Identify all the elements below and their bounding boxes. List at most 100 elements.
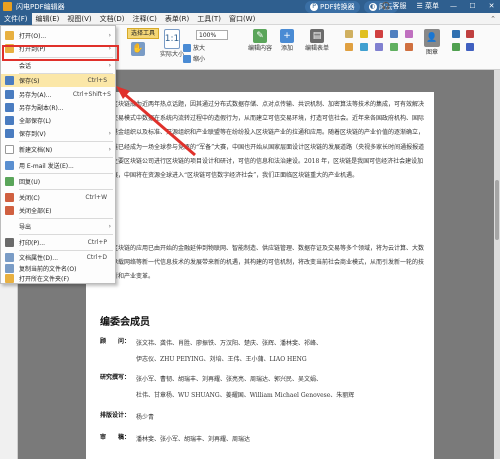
folder-icon <box>5 274 14 283</box>
pdf-converter-button[interactable]: P PDF转换器 <box>305 1 360 13</box>
menu-view[interactable]: 视图(V) <box>63 13 95 25</box>
menu-item-open-folder[interactable]: 打开所在文件夹(F) <box>1 272 115 285</box>
select-tool-button[interactable]: 选择工具 <box>127 28 159 39</box>
menu-tools[interactable]: 工具(T) <box>193 13 225 25</box>
menu-file[interactable]: 文件(F) <box>0 12 32 25</box>
menu-form[interactable]: 表单(R) <box>161 13 193 25</box>
vertical-scrollbar[interactable] <box>494 70 500 459</box>
typewriter-icon <box>345 30 353 38</box>
highlight-tool[interactable] <box>360 30 368 38</box>
menu-item-save-as[interactable]: 另存为(A)... Ctrl+Shift+S <box>1 88 115 101</box>
pencil-icon <box>390 30 398 38</box>
measure-tool[interactable] <box>466 30 474 38</box>
menu-separator <box>19 189 113 190</box>
eraser-icon <box>405 30 413 38</box>
save-as-icon <box>5 90 14 99</box>
stamp-button[interactable]: 👤 图章 <box>424 29 440 56</box>
scrollbar-thumb[interactable] <box>495 180 499 240</box>
export-icon <box>5 222 14 231</box>
zoom-select[interactable]: 100% <box>196 30 228 40</box>
menu-item-print[interactable]: 打印(P)... Ctrl+P <box>1 236 115 249</box>
underline-tool[interactable] <box>360 43 368 51</box>
menu-edit[interactable]: 编辑(E) <box>32 13 64 25</box>
zoom-out-button[interactable]: 缩小 <box>183 54 205 63</box>
menu-item-save-to[interactable]: 保存到(V) › <box>1 127 115 140</box>
menu-item-shortcut: Ctrl+Shift+S <box>72 91 111 98</box>
chevron-right-icon: › <box>108 146 111 153</box>
chevron-up-icon[interactable]: ⌃ <box>490 15 496 23</box>
credit-line: 杨少青 <box>136 414 155 421</box>
main-menu-label: 菜单 <box>425 2 439 10</box>
note-tool[interactable] <box>345 43 353 51</box>
close-all-icon <box>5 206 14 215</box>
title-right-group: 🎧 客服 ☰ 菜单 — ☐ ✕ <box>382 1 496 11</box>
menu-item-shortcut: Ctrl+S <box>87 77 107 84</box>
save-copy-icon <box>5 103 14 112</box>
pencil-tool[interactable] <box>390 30 398 38</box>
hand-tool-button[interactable]: ✋ <box>131 42 145 56</box>
app-title: 闪电PDF编辑器 <box>16 2 65 11</box>
email-icon <box>5 161 14 170</box>
main-menu-button[interactable]: ☰ 菜单 <box>416 1 439 11</box>
typewriter-tool[interactable] <box>345 30 353 38</box>
zoom-out-label: 缩小 <box>193 56 206 63</box>
edit-form-icon: ▤ <box>310 29 324 43</box>
menu-item-close-all[interactable]: 关闭全部(E) <box>1 204 115 217</box>
menu-item-label: 文档属性(D)... <box>19 255 59 262</box>
polygon-tool[interactable] <box>390 43 398 51</box>
credit-line: 杜伟、甘章杨、WU SHUANG、姜耀国、William Michael Gen… <box>136 392 355 399</box>
menu-item-save[interactable]: 保存(S) Ctrl+S <box>1 74 115 87</box>
chevron-right-icon: › <box>108 223 111 230</box>
eraser-tool[interactable] <box>405 30 413 38</box>
service-button[interactable]: 🎧 客服 <box>382 1 407 11</box>
menu-item-open[interactable]: 打开(O)... › <box>1 29 115 42</box>
pdf-page: 区块链成为近两年热点话题，因其通过分布式数据存储、点对点传输、共识机制、加密算法… <box>86 92 434 459</box>
rectangle-tool[interactable] <box>375 43 383 51</box>
stamp-label: 图章 <box>425 49 438 56</box>
save-to-icon <box>5 129 14 138</box>
credit-review: 审 稿： 潘林斐、张小军、胡瑞丰、刘再耀、周瑞达 <box>100 432 420 448</box>
menu-item-save-copy[interactable]: 另存为副本(R)... <box>1 101 115 114</box>
note-icon <box>345 43 353 51</box>
menu-document[interactable]: 文档(D) <box>96 13 129 25</box>
menu-item-new-document[interactable]: 新建文档(N) › <box>1 143 115 156</box>
actual-size-button[interactable]: 1:1 实际大小 <box>160 29 184 58</box>
strikeout-tool[interactable] <box>375 30 383 38</box>
credit-advisors: 顾 问： 张文祎、龚伟、肖胜、廖振铁、万汉阳、楚庆、张辉、潘林斐、祁峰、 伊志仪… <box>100 336 420 370</box>
zoom-out-icon <box>183 54 191 63</box>
menu-separator <box>19 157 113 158</box>
edit-form-button[interactable]: ▤ 编辑表单 <box>305 29 329 52</box>
pdf-converter-icon: P <box>310 3 318 11</box>
attach-tool[interactable] <box>452 43 460 51</box>
menu-comment[interactable]: 注释(C) <box>129 13 161 25</box>
edit-content-button[interactable]: ✎ 编辑内容 <box>248 29 272 52</box>
line-tool[interactable] <box>405 43 413 51</box>
maximize-icon[interactable]: ☐ <box>468 2 477 10</box>
attach-icon <box>452 43 460 51</box>
menu-item-label: 全部保存(L) <box>19 118 52 125</box>
menu-item-revert[interactable]: 回复(U) <box>1 175 115 188</box>
menu-item-close[interactable]: 关闭(C) Ctrl+W <box>1 191 115 204</box>
credit-layout: 排版设计： 杨少青 <box>100 410 420 426</box>
close-icon[interactable]: ✕ <box>487 2 496 10</box>
credit-label: 审 稿： <box>100 434 131 441</box>
zoom-in-icon <box>183 43 191 52</box>
menu-window[interactable]: 窗口(W) <box>225 13 259 25</box>
menu-item-export[interactable]: 导出 › <box>1 220 115 233</box>
properties-icon <box>5 253 14 262</box>
polygon-icon <box>390 43 398 51</box>
menu-item-label: 关闭全部(E) <box>19 208 52 215</box>
add-button[interactable]: + 添加 <box>280 29 294 52</box>
menu-item-label: 用 E-mail 发送(E)... <box>19 163 74 170</box>
zoom-in-button[interactable]: 放大 <box>183 43 205 52</box>
minimize-icon[interactable]: — <box>449 2 458 10</box>
highlight-icon <box>360 30 368 38</box>
document-paragraph-2: 区块链的应用已由开始的金融延伸到物联网、智能制造、供应链管理、数据存证及交易等多… <box>100 242 425 285</box>
edit-content-label: 编辑内容 <box>248 45 273 52</box>
sign-tool[interactable] <box>452 30 460 38</box>
link-tool[interactable] <box>466 43 474 51</box>
menu-item-save-all[interactable]: 全部保存(L) <box>1 114 115 127</box>
menu-item-email[interactable]: 用 E-mail 发送(E)... <box>1 159 115 172</box>
edit-content-icon: ✎ <box>253 29 267 43</box>
underline-icon <box>360 43 368 51</box>
